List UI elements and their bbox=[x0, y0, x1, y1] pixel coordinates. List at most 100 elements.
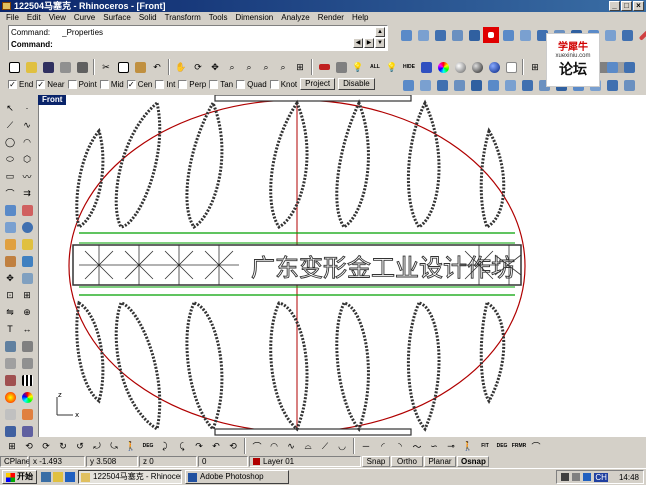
snap-toggle[interactable]: Snap bbox=[362, 455, 390, 467]
transform-4-icon[interactable]: ↺ bbox=[72, 438, 88, 454]
copy-tool-icon[interactable] bbox=[19, 270, 35, 286]
rotate-view-icon[interactable]: ⟳ bbox=[190, 59, 206, 75]
open-icon[interactable] bbox=[23, 59, 39, 75]
move-view-icon[interactable]: ✥ bbox=[207, 59, 223, 75]
transform-10-icon[interactable]: ↶ bbox=[208, 438, 224, 454]
transform-11-icon[interactable]: ⟲ bbox=[225, 438, 241, 454]
osnap-quad-checkbox[interactable] bbox=[236, 79, 246, 89]
save-icon[interactable] bbox=[40, 59, 56, 75]
deg-icon[interactable]: DEG bbox=[140, 438, 156, 454]
print-icon[interactable] bbox=[57, 59, 73, 75]
select-arrow-icon[interactable]: ↖ bbox=[2, 100, 18, 116]
layer-4-icon[interactable] bbox=[449, 27, 465, 43]
snap-tool-3-icon[interactable] bbox=[434, 77, 450, 93]
ellipse-icon[interactable]: ⬭ bbox=[2, 151, 18, 167]
curve-tool-5-icon[interactable]: ⟋ bbox=[317, 438, 333, 454]
arc-icon[interactable]: ◠ bbox=[19, 134, 35, 150]
transform-icon[interactable]: ⟲ bbox=[21, 438, 37, 454]
zoom-selected-icon[interactable]: ⌕ bbox=[275, 59, 291, 75]
osnap-quad[interactable]: Quad bbox=[236, 79, 267, 89]
move-tool-icon[interactable]: ✥ bbox=[2, 270, 18, 286]
dimension-icon[interactable]: ↔ bbox=[19, 321, 35, 337]
shaded-sphere-icon[interactable] bbox=[452, 59, 468, 75]
osnap-mid-checkbox[interactable] bbox=[99, 79, 109, 89]
group-icon[interactable] bbox=[2, 355, 18, 371]
walk-2-icon[interactable]: 🚶 bbox=[460, 438, 476, 454]
snap-tool-icon[interactable] bbox=[400, 77, 416, 93]
task-photoshop[interactable]: Adobe Photoshop bbox=[185, 470, 289, 484]
grid-icon[interactable]: ⊞ bbox=[527, 59, 543, 75]
all-icon[interactable]: ALL bbox=[367, 59, 383, 75]
network-icon[interactable] bbox=[561, 473, 570, 481]
menu-edit[interactable]: Edit bbox=[23, 12, 45, 24]
paste-icon[interactable] bbox=[132, 59, 148, 75]
extra-tool-icon[interactable]: ⌒ bbox=[528, 438, 544, 454]
copy-icon[interactable] bbox=[115, 59, 131, 75]
join-tool-icon[interactable]: ⊸ bbox=[443, 438, 459, 454]
command-area[interactable]: Command: _Properties Command: ▲ ◀ ▶ ▼ bbox=[8, 25, 388, 51]
ie-icon[interactable] bbox=[65, 472, 75, 482]
layer-3-icon[interactable] bbox=[432, 27, 448, 43]
render-icon[interactable] bbox=[2, 406, 18, 422]
polygon-icon[interactable]: ⬡ bbox=[19, 151, 35, 167]
hide-icon[interactable]: HIDE bbox=[401, 59, 417, 75]
curve-icon[interactable]: ∿ bbox=[19, 117, 35, 133]
pan-icon[interactable]: ✋ bbox=[173, 59, 189, 75]
snap-tool-2-icon[interactable] bbox=[417, 77, 433, 93]
analyze-icon[interactable] bbox=[2, 372, 18, 388]
material-sphere-icon[interactable] bbox=[486, 59, 502, 75]
block-icon[interactable] bbox=[19, 338, 35, 354]
menu-transform[interactable]: Transform bbox=[161, 12, 205, 24]
mesh-icon[interactable] bbox=[2, 236, 18, 252]
ungroup-icon[interactable] bbox=[19, 355, 35, 371]
ortho-toggle[interactable]: Ortho bbox=[391, 455, 423, 467]
zoom-icon[interactable]: ⌕ bbox=[224, 59, 240, 75]
polyline-icon[interactable]: ⟋ bbox=[2, 117, 18, 133]
viewport-label[interactable]: Front bbox=[38, 95, 67, 105]
menu-view[interactable]: View bbox=[45, 12, 70, 24]
layer-indicator[interactable]: Layer 01 bbox=[249, 455, 361, 467]
curve-tool-4-icon[interactable]: ⌓ bbox=[300, 438, 316, 454]
view-7-icon[interactable] bbox=[602, 27, 618, 43]
close-button[interactable]: × bbox=[633, 1, 644, 11]
transform-7-icon[interactable]: ⤸ bbox=[157, 438, 173, 454]
annotation-icon[interactable] bbox=[2, 338, 18, 354]
trim-icon[interactable] bbox=[19, 253, 35, 269]
menu-tools[interactable]: Tools bbox=[205, 12, 232, 24]
osnap-knot-checkbox[interactable] bbox=[269, 79, 279, 89]
command-prompt[interactable]: Command: bbox=[11, 39, 65, 50]
layer-icon[interactable] bbox=[398, 27, 414, 43]
curve-tool-icon[interactable]: ⌒ bbox=[249, 438, 265, 454]
line-tool-icon[interactable]: ─ bbox=[358, 438, 374, 454]
snap-tool-4-icon[interactable] bbox=[451, 77, 467, 93]
snap-tool-14-icon[interactable] bbox=[621, 77, 637, 93]
zoom-extents-icon[interactable]: ⌕ bbox=[258, 59, 274, 75]
join-icon[interactable]: ⊕ bbox=[19, 304, 35, 320]
zebra-icon[interactable] bbox=[19, 372, 35, 388]
osnap-end-checkbox[interactable]: ✓ bbox=[8, 79, 17, 89]
bulb-icon[interactable]: 💡 bbox=[384, 59, 400, 75]
menu-dimension[interactable]: Dimension bbox=[231, 12, 277, 24]
osnap-cen[interactable]: ✓ Cen bbox=[126, 79, 152, 89]
menu-solid[interactable]: Solid bbox=[135, 12, 161, 24]
show-all-icon[interactable]: 💡 bbox=[350, 59, 366, 75]
transform-3-icon[interactable]: ↻ bbox=[55, 438, 71, 454]
view-8-icon[interactable] bbox=[619, 27, 635, 43]
task-rhino[interactable]: 122504马塞克 - Rhinocer... bbox=[78, 470, 182, 484]
osnap-point-checkbox[interactable] bbox=[67, 79, 77, 89]
menu-surface[interactable]: Surface bbox=[99, 12, 135, 24]
menu-analyze[interactable]: Analyze bbox=[277, 12, 313, 24]
osnap-tan[interactable]: Tan bbox=[209, 79, 233, 89]
transform-5-icon[interactable]: ⤾ bbox=[89, 438, 105, 454]
planar-toggle[interactable]: Planar bbox=[424, 455, 456, 467]
solid-sphere-icon[interactable] bbox=[19, 219, 35, 235]
curvature-icon[interactable] bbox=[19, 389, 35, 405]
osnap-near[interactable]: ✓ Near bbox=[36, 79, 65, 89]
viewport-layout-icon[interactable]: ⊞ bbox=[292, 59, 308, 75]
menu-file[interactable]: File bbox=[2, 12, 23, 24]
render-2-icon[interactable] bbox=[19, 406, 35, 422]
surface-2-icon[interactable] bbox=[19, 202, 35, 218]
tray-app-icon[interactable] bbox=[583, 473, 592, 481]
minimize-button[interactable]: _ bbox=[609, 1, 620, 11]
snap-tool-7-icon[interactable] bbox=[502, 77, 518, 93]
